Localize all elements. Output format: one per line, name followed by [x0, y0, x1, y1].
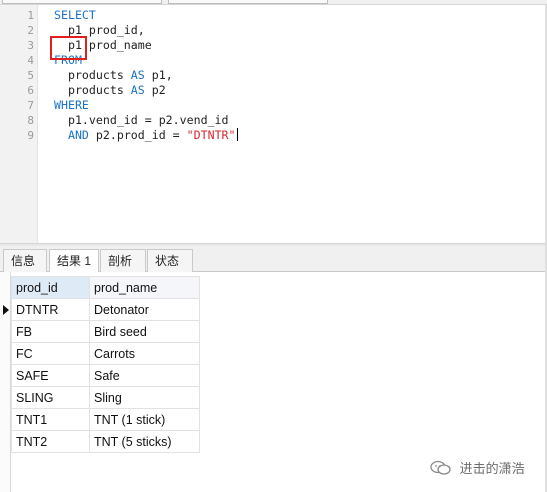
sql-text: p1,: [144, 68, 173, 82]
cell-prod-id[interactable]: TNT1: [11, 408, 90, 431]
sql-editor[interactable]: 123456789 SELECT p1 prod_id, p1 prod_nam…: [0, 5, 547, 243]
cell-prod-id[interactable]: FC: [11, 342, 90, 365]
query-tab-remnant[interactable]: [2, 0, 162, 4]
table-row[interactable]: DTNTR Detonator: [11, 298, 200, 321]
tab-result-1[interactable]: 结果 1: [49, 249, 99, 273]
sql-keyword: SELECT: [54, 8, 96, 22]
code-line[interactable]: SELECT: [54, 8, 96, 23]
line-number: 8: [27, 114, 34, 127]
watermark-text: 进击的潇浩: [459, 461, 525, 476]
line-number: 3: [27, 39, 34, 52]
sql-string: "DTNTR": [186, 128, 236, 142]
table-row[interactable]: FC Carrots: [11, 342, 200, 365]
line-number: 9: [27, 129, 34, 142]
cell-prod-id[interactable]: FB: [11, 320, 90, 343]
row-selector-column: [0, 272, 11, 492]
cell-prod-name[interactable]: Detonator: [89, 298, 200, 321]
annotation-highlight-box: [50, 36, 87, 60]
line-number: 5: [27, 69, 34, 82]
table-row[interactable]: SAFE Safe: [11, 364, 200, 387]
cell-prod-name[interactable]: TNT (1 stick): [89, 408, 200, 431]
column-header-prod-id[interactable]: prod_id: [11, 276, 90, 299]
cell-prod-name[interactable]: Bird seed: [89, 320, 200, 343]
column-header-prod-name[interactable]: prod_name: [89, 276, 200, 299]
sql-keyword: AS: [130, 83, 145, 97]
table-row[interactable]: FB Bird seed: [11, 320, 200, 343]
sql-text: products: [54, 68, 131, 82]
table-header-row: prod_id prod_name: [11, 276, 200, 299]
line-number: 7: [27, 99, 34, 112]
line-number: 1: [27, 9, 34, 22]
cell-prod-id[interactable]: TNT2: [11, 430, 90, 453]
tab-status[interactable]: 状态: [147, 249, 193, 272]
cell-prod-id[interactable]: SLING: [11, 386, 90, 409]
cell-prod-id[interactable]: DTNTR: [11, 298, 90, 321]
code-line[interactable]: products AS p1,: [54, 68, 173, 83]
sql-keyword: AND: [67, 128, 89, 142]
table-row[interactable]: TNT2 TNT (5 sticks): [11, 430, 200, 453]
line-number-gutter: 1 2 3 4 5 6 7 8 9: [0, 5, 38, 243]
result-table: prod_id prod_name DTNTR Detonator FB Bird s…: [11, 276, 200, 453]
code-line[interactable]: p1.vend_id = p2.vend_id: [54, 113, 229, 128]
sql-text: p1.vend_id = p2.vend_id: [54, 113, 229, 127]
cell-prod-name[interactable]: TNT (5 sticks): [89, 430, 200, 453]
tab-info[interactable]: 信息: [3, 249, 47, 272]
sql-text: p2.prod_id =: [88, 128, 187, 142]
sql-text: p2: [144, 83, 166, 97]
table-row[interactable]: SLING Sling: [11, 386, 200, 409]
code-line[interactable]: products AS p2: [54, 83, 166, 98]
line-number: 2: [27, 24, 34, 37]
cell-prod-name[interactable]: Carrots: [89, 342, 200, 365]
text-cursor: [236, 128, 238, 141]
sql-keyword: AS: [130, 68, 145, 82]
cell-prod-id[interactable]: SAFE: [11, 364, 90, 387]
query-tab-remnant-2[interactable]: [168, 0, 328, 4]
wechat-icon: [430, 460, 451, 475]
table-row[interactable]: TNT1 TNT (1 stick): [11, 408, 200, 431]
sql-keyword: WHERE: [54, 98, 89, 112]
cell-prod-name[interactable]: Safe: [89, 364, 200, 387]
result-tabs: 信息 结果 1 剖析 状态: [0, 246, 547, 273]
watermark: 进击的潇浩: [430, 458, 525, 477]
current-row-indicator-icon: [3, 305, 9, 315]
sql-text: p1 prod_id,: [54, 23, 145, 37]
line-number: 4: [27, 54, 34, 67]
cell-prod-name[interactable]: Sling: [89, 386, 200, 409]
code-line[interactable]: WHERE: [54, 98, 89, 113]
line-number: 6: [27, 84, 34, 97]
sql-text: products: [54, 83, 131, 97]
code-line[interactable]: AND p2.prod_id = "DTNTR": [54, 128, 238, 143]
tab-profile[interactable]: 剖析: [100, 249, 146, 272]
